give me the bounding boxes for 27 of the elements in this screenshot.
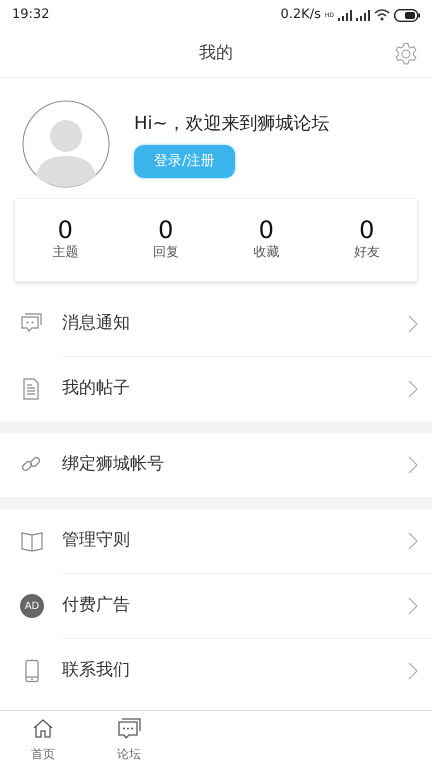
stat-label: 回复 [152,244,179,262]
chevron-right-icon [408,456,418,474]
settings-icon[interactable] [394,42,418,66]
stat-value: 0 [258,217,274,244]
stat-value: 0 [58,217,73,244]
battery-icon [394,8,420,22]
chat-icon [117,717,141,741]
stat-label: 好友 [354,244,380,262]
tab-item[interactable]: 论坛 [86,711,172,768]
stat-value: 0 [359,217,374,244]
stat-value: 0 [158,217,174,244]
page-title: 我的 [199,42,233,65]
network-speed: 0.2K/s [280,6,321,24]
tab-item[interactable]: 首页 [0,711,86,768]
greeting-text: Hi~，欢迎来到狮城论坛 [134,112,330,136]
chevron-right-icon [408,532,418,550]
stat-label: 收藏 [253,244,280,262]
chevron-right-icon [408,597,418,615]
ad-icon: AD [20,594,44,618]
stat-label: 主题 [52,244,78,262]
chevron-right-icon [408,662,418,680]
wifi-icon [374,9,390,21]
clock-time: 19:32 [12,6,50,24]
signal-icon [338,10,352,20]
chevron-right-icon [408,315,418,333]
chevron-right-icon [408,380,418,398]
signal-icon [356,10,370,20]
